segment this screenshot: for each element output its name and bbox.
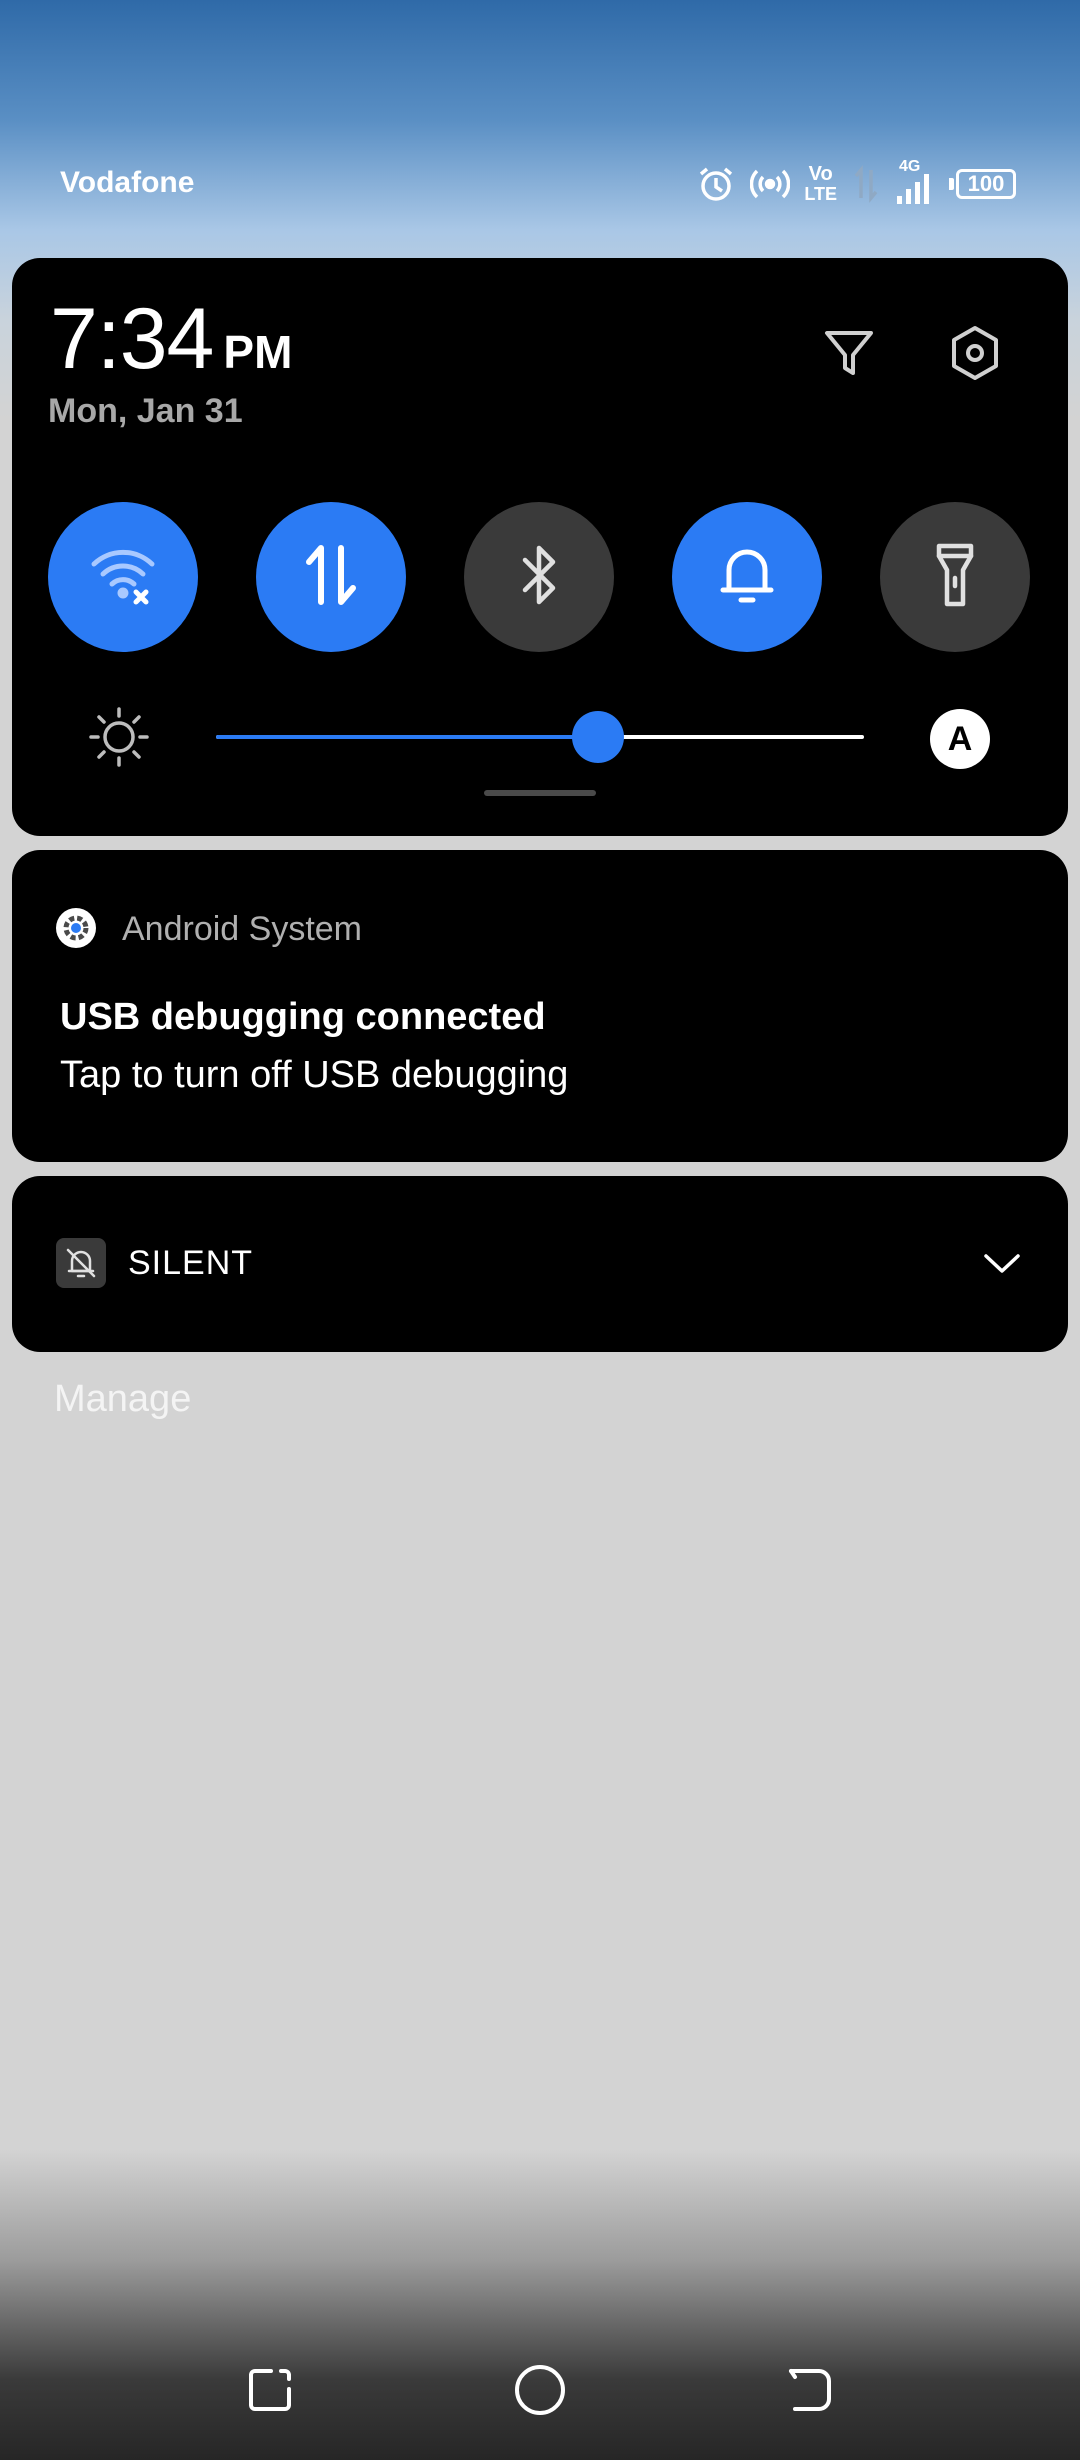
silent-label: SILENT	[128, 1244, 254, 1282]
bell-off-icon	[56, 1238, 106, 1288]
tile-wifi[interactable]	[48, 502, 198, 652]
tile-sound[interactable]	[672, 502, 822, 652]
back-icon[interactable]	[780, 2360, 840, 2420]
signal-4g-icon: 4G	[895, 158, 935, 206]
recents-icon[interactable]	[240, 2360, 300, 2420]
tile-flashlight[interactable]	[880, 502, 1030, 652]
home-icon[interactable]	[510, 2360, 570, 2420]
clock[interactable]: 7:34 PM	[50, 290, 292, 389]
volte-icon: Vo LTE	[804, 164, 837, 204]
clock-time: 7:34	[50, 291, 214, 387]
panel-drag-handle[interactable]	[484, 790, 596, 796]
volte-bottom-text: LTE	[804, 184, 837, 204]
clock-ampm: PM	[223, 326, 293, 378]
bluetooth-icon	[509, 540, 569, 615]
android-system-app-icon	[56, 908, 96, 948]
chevron-down-icon[interactable]	[974, 1240, 1030, 1286]
auto-brightness-button[interactable]: A	[930, 709, 990, 769]
carrier-name: Vodafone	[60, 166, 195, 199]
status-icons: Vo LTE 4G 100	[696, 156, 1016, 212]
wifi-off-icon	[88, 540, 158, 615]
tile-bluetooth[interactable]	[464, 502, 614, 652]
notification-app-name: Android System	[122, 910, 362, 948]
manage-button[interactable]: Manage	[54, 1378, 191, 1421]
settings-icon[interactable]	[940, 318, 1010, 388]
battery-indicator: 100	[949, 169, 1016, 199]
flashlight-icon	[925, 540, 985, 615]
volte-top-text: Vo	[808, 163, 833, 185]
bell-icon	[715, 540, 779, 615]
brightness-slider-fill	[216, 735, 599, 739]
battery-level: 100	[956, 169, 1016, 199]
brightness-slider-thumb[interactable]	[572, 711, 625, 763]
data-arrows-icon	[851, 164, 881, 204]
tile-mobile-data[interactable]	[256, 502, 406, 652]
alarm-icon	[696, 164, 736, 204]
notification-text: Tap to turn off USB debugging	[60, 1054, 569, 1096]
data-arrows-icon	[301, 540, 361, 615]
brightness-icon	[86, 704, 152, 770]
filter-icon[interactable]	[814, 318, 884, 388]
battery-nub	[949, 178, 954, 190]
notification-title: USB debugging connected	[60, 996, 546, 1038]
date-label[interactable]: Mon, Jan 31	[48, 392, 243, 431]
hotspot-icon	[750, 164, 791, 204]
